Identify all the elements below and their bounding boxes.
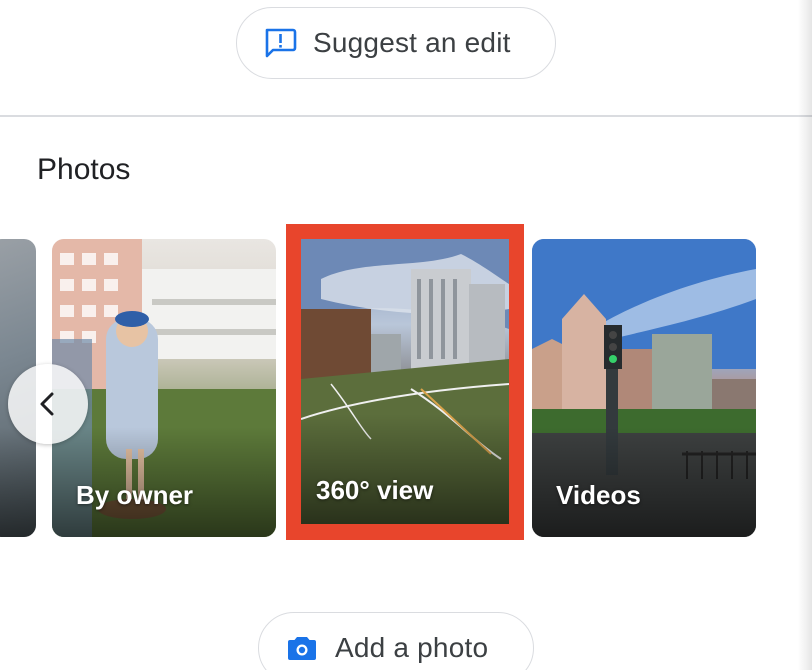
videos-label: Videos <box>556 480 641 510</box>
carousel-prev-button[interactable] <box>8 364 88 444</box>
place-panel: Suggest an edit Photos By owner 360° vie… <box>0 0 812 670</box>
add-photo-button[interactable]: Add a photo <box>258 612 534 670</box>
photo-card-360-view[interactable]: 360° view <box>301 239 509 524</box>
camera-icon <box>287 634 317 662</box>
360-view-label: 360° view <box>316 475 434 505</box>
photo-card-videos[interactable]: Videos <box>532 239 756 537</box>
photos-title: Photos <box>37 153 131 186</box>
panel-edge-shadow <box>798 0 812 670</box>
suggest-edit-label: Suggest an edit <box>313 27 511 58</box>
photo-card-by-owner[interactable]: By owner <box>52 239 276 537</box>
section-divider <box>0 115 812 117</box>
by-owner-label: By owner <box>76 480 194 510</box>
suggest-edit-button[interactable]: Suggest an edit <box>236 7 556 79</box>
feedback-icon <box>263 27 297 59</box>
add-photo-label: Add a photo <box>335 632 489 663</box>
chevron-left-icon <box>37 391 59 417</box>
